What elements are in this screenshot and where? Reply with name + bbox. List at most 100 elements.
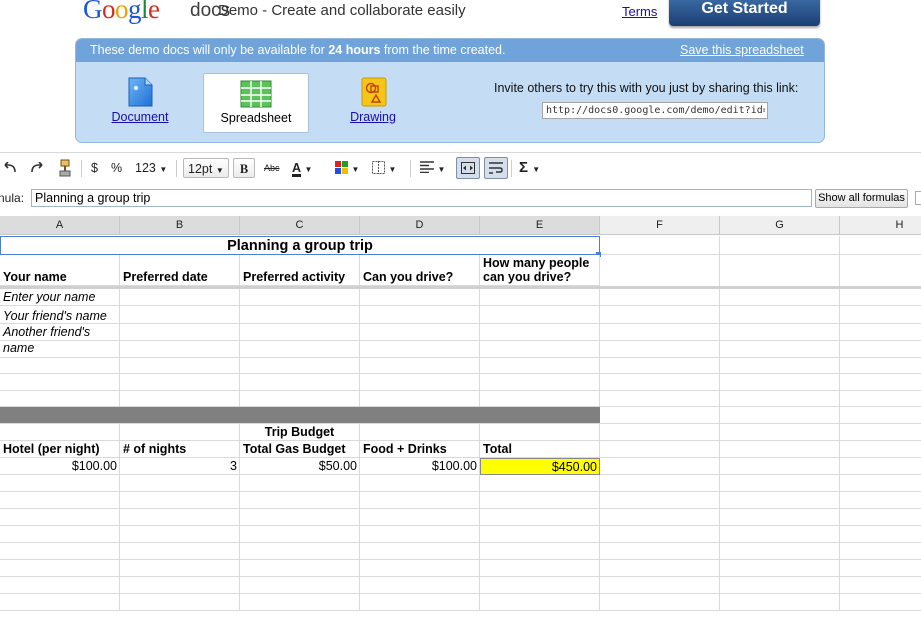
budget-total-cell[interactable]: $450.00 [480, 458, 600, 475]
budget-header-cell[interactable]: Food + Drinks [360, 441, 480, 458]
header-cell[interactable]: Your name [0, 255, 120, 286]
grid-cell[interactable] [240, 526, 360, 543]
redo-icon[interactable] [29, 162, 45, 174]
budget-value-cell[interactable]: $100.00 [360, 458, 480, 475]
grid-cell[interactable] [600, 374, 720, 391]
text-color-dropdown[interactable]: A ▼ [292, 158, 322, 178]
column-header-h[interactable]: H [840, 216, 921, 235]
grid-cell[interactable] [600, 458, 720, 475]
name-cell[interactable]: Another friend's name [0, 324, 120, 358]
grid-cell[interactable] [480, 577, 600, 594]
grid-cell[interactable] [480, 594, 600, 611]
grid-cell[interactable] [600, 509, 720, 526]
column-header-e[interactable]: E [480, 216, 600, 235]
column-header-g[interactable]: G [720, 216, 840, 235]
grid-cell[interactable] [840, 560, 921, 577]
grid-cell[interactable] [600, 424, 720, 441]
fill-color-dropdown[interactable]: ▼ [335, 158, 361, 178]
grid-cell[interactable] [600, 560, 720, 577]
grid-cell[interactable] [360, 475, 480, 492]
grid-cell[interactable] [360, 509, 480, 526]
header-cell[interactable]: Can you drive? [360, 255, 480, 286]
grid-cell[interactable] [0, 475, 120, 492]
grid-cell[interactable] [0, 543, 120, 560]
grid-cell[interactable] [720, 526, 840, 543]
grid-cell[interactable] [120, 475, 240, 492]
grid-cell[interactable] [480, 543, 600, 560]
grid-cell[interactable] [240, 391, 360, 407]
grid-cell[interactable] [120, 526, 240, 543]
grid-cell[interactable] [720, 560, 840, 577]
grid-cell[interactable] [240, 289, 360, 306]
column-header-b[interactable]: B [120, 216, 240, 235]
grid-cell[interactable] [120, 560, 240, 577]
grid-cell[interactable] [840, 324, 921, 341]
grid-cell[interactable] [600, 341, 720, 358]
grid-cell[interactable] [720, 306, 840, 324]
grid-cell[interactable] [840, 492, 921, 509]
grid-cell[interactable] [600, 577, 720, 594]
grid-cell[interactable] [0, 509, 120, 526]
grid-cell[interactable] [120, 492, 240, 509]
grid-cell[interactable] [840, 543, 921, 560]
budget-value-cell[interactable]: 3 [120, 458, 240, 475]
grid-cell[interactable] [480, 306, 600, 324]
grid-cell[interactable] [360, 391, 480, 407]
grid-cell[interactable] [480, 374, 600, 391]
grid-cell[interactable] [720, 289, 840, 306]
grid-cell[interactable] [480, 324, 600, 341]
grid-cell[interactable] [360, 577, 480, 594]
grid-cell[interactable] [0, 526, 120, 543]
grid-cell[interactable] [240, 475, 360, 492]
grid-cell[interactable] [480, 289, 600, 306]
name-cell[interactable]: Enter your name [0, 289, 120, 306]
grid-cell[interactable] [840, 526, 921, 543]
grid-cell[interactable] [840, 577, 921, 594]
grid-cell[interactable] [720, 475, 840, 492]
grid-cell[interactable] [480, 492, 600, 509]
column-header-d[interactable]: D [360, 216, 480, 235]
header-cell[interactable]: Preferred date [120, 255, 240, 286]
percent-format-button[interactable]: % [111, 158, 122, 178]
grid-cell[interactable] [840, 358, 921, 374]
grid-cell[interactable] [120, 324, 240, 341]
budget-value-cell[interactable]: $100.00 [0, 458, 120, 475]
sheet-title-cell[interactable]: Planning a group trip [0, 236, 600, 255]
grid-cell[interactable] [360, 324, 480, 341]
grid-cell[interactable] [120, 594, 240, 611]
grid-cell[interactable] [720, 407, 840, 424]
budget-header-cell[interactable]: Total Gas Budget [240, 441, 360, 458]
grid-cell[interactable] [600, 441, 720, 458]
grid-cell[interactable] [600, 236, 720, 255]
grid-cell[interactable] [840, 306, 921, 324]
grid-cell[interactable] [480, 560, 600, 577]
grid-cell[interactable] [720, 509, 840, 526]
grid-cell[interactable] [120, 424, 240, 441]
grid-cell[interactable] [120, 289, 240, 306]
grid-cell[interactable] [840, 458, 921, 475]
terms-link[interactable]: Terms [622, 4, 657, 19]
share-url-field[interactable] [542, 102, 768, 119]
grid-cell[interactable] [840, 407, 921, 424]
grid-cell[interactable] [240, 358, 360, 374]
grid-cell[interactable] [240, 306, 360, 324]
tab-drawing[interactable]: Drawing [321, 73, 425, 131]
grid-cell[interactable] [720, 341, 840, 358]
grid-cell[interactable] [360, 424, 480, 441]
undo-icon[interactable] [2, 162, 18, 174]
budget-header-cell[interactable]: # of nights [120, 441, 240, 458]
formula-expand-handle[interactable] [915, 191, 921, 205]
tab-spreadsheet[interactable]: Spreadsheet [203, 73, 309, 133]
grid-cell[interactable] [360, 543, 480, 560]
grid-cell[interactable] [720, 492, 840, 509]
grid-cell[interactable] [840, 374, 921, 391]
grid-cell[interactable] [0, 391, 120, 407]
align-dropdown[interactable]: ▼ [420, 158, 448, 178]
grid-cell[interactable] [600, 526, 720, 543]
grid-cell[interactable] [120, 391, 240, 407]
grid-cell[interactable] [600, 407, 720, 424]
grid-cell[interactable] [0, 492, 120, 509]
grid-cell[interactable] [0, 424, 120, 441]
grid-cell[interactable] [600, 492, 720, 509]
grid-cell[interactable] [120, 577, 240, 594]
